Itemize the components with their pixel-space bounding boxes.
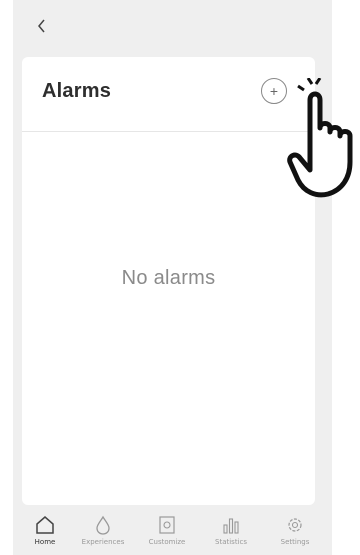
- gear-icon: [288, 518, 302, 532]
- tab-label: Settings: [280, 538, 310, 546]
- back-button[interactable]: [30, 14, 54, 38]
- tab-label: Experiences: [81, 538, 125, 546]
- tab-statistics[interactable]: Statistics: [199, 506, 263, 555]
- chevron-left-icon: [38, 19, 45, 33]
- customize-icon: [159, 516, 175, 534]
- page-title: Alarms: [42, 80, 112, 102]
- home-icon: [36, 516, 54, 534]
- empty-state-text: No alarms: [121, 267, 216, 289]
- tab-experiences[interactable]: Experiences: [71, 506, 135, 555]
- bottom-tab-bar: Home Experiences Customize Statistics Se…: [13, 506, 332, 555]
- tab-customize[interactable]: Customize: [135, 506, 199, 555]
- pointing-hand-icon: [287, 78, 353, 198]
- droplet-icon: [96, 515, 110, 535]
- tab-settings[interactable]: Settings: [263, 506, 327, 555]
- tab-label: Customize: [148, 538, 186, 546]
- bar-chart-icon: [223, 518, 239, 534]
- tab-home[interactable]: Home: [13, 506, 77, 555]
- tab-label: Home: [34, 538, 56, 546]
- tab-label: Statistics: [215, 538, 247, 546]
